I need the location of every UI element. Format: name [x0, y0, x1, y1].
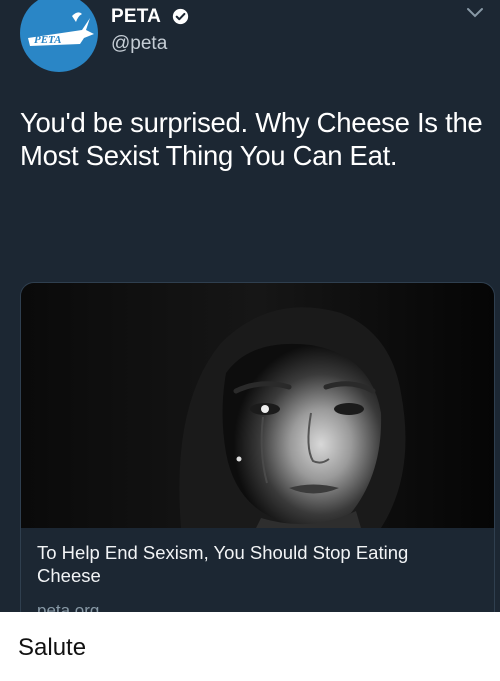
meme-caption: Salute — [18, 634, 87, 661]
avatar[interactable]: PETA — [20, 0, 98, 72]
link-card[interactable]: To Help End Sexism, You Should Stop Eati… — [20, 282, 495, 612]
verified-badge-icon — [172, 8, 189, 25]
card-domain[interactable]: peta.org — [37, 601, 99, 612]
chevron-down-icon[interactable] — [466, 6, 484, 20]
svg-text:PETA: PETA — [34, 34, 62, 46]
card-title[interactable]: To Help End Sexism, You Should Stop Eati… — [37, 541, 457, 587]
display-name[interactable]: PETA — [111, 6, 161, 28]
tweet-text: You'd be surprised. Why Cheese Is the Mo… — [20, 107, 483, 171]
user-handle[interactable]: @peta — [111, 33, 167, 55]
tweet-card: PETA PETA @peta You'd be surprised. Why … — [0, 0, 500, 612]
card-image — [21, 283, 494, 528]
peta-logo: PETA — [28, 12, 94, 46]
